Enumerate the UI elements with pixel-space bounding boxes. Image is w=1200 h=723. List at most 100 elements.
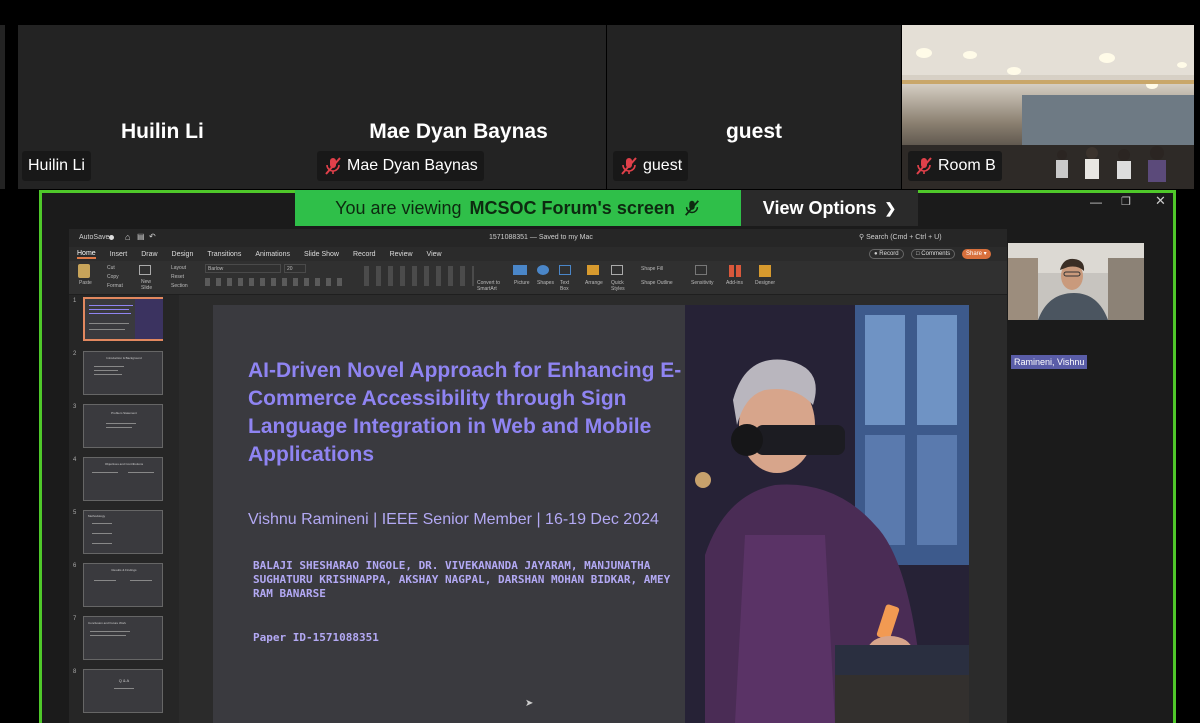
comments-button[interactable]: □ Comments xyxy=(911,249,956,259)
thumb-text-line xyxy=(94,374,122,375)
slide-thumbnail-1[interactable] xyxy=(83,297,163,341)
slide-thumbnail-7[interactable]: Conclusion and Future Work xyxy=(83,616,163,660)
autosave-label: AutoSave xyxy=(79,234,110,241)
view-options-label: View Options xyxy=(762,197,877,218)
thumb-text-line xyxy=(92,543,112,544)
arrange-label[interactable]: Arrange xyxy=(585,280,603,286)
font-size-value: 20 xyxy=(287,266,293,272)
home-icon[interactable]: ⌂ xyxy=(125,232,130,242)
thumb-number: 6 xyxy=(73,563,77,569)
reset-button[interactable]: Reset xyxy=(171,274,184,280)
ppt-title-bar: AutoSave ⌂ ▤ ↶ 1571088351 — Saved to my … xyxy=(69,229,1007,247)
shapes-icon[interactable] xyxy=(537,265,549,275)
thumb-text-line xyxy=(94,366,124,367)
thumb-photo xyxy=(135,299,163,339)
comments-label: Comments xyxy=(921,251,951,257)
shape-outline-button[interactable]: Shape Outline xyxy=(641,280,673,286)
tab-transitions[interactable]: Transitions xyxy=(207,251,241,258)
participant-tile-mae-dyan-baynas[interactable]: Mae Dyan Baynas Mae Dyan Baynas xyxy=(311,25,606,189)
thumb-text-line xyxy=(89,313,131,314)
thumb-text-line xyxy=(130,580,152,581)
slide-paper-id: Paper ID-1571088351 xyxy=(253,631,379,644)
participant-tile-huilin-li[interactable]: Huilin Li Huilin Li xyxy=(18,25,311,189)
designer-label[interactable]: Designer xyxy=(755,280,775,286)
tab-review[interactable]: Review xyxy=(390,251,413,258)
screen-share-banner: You are viewing MCSOC Forum's screen xyxy=(295,190,741,226)
tab-animations[interactable]: Animations xyxy=(255,251,290,258)
designer-icon[interactable] xyxy=(759,265,771,277)
convert-smartart-button[interactable]: Convert to SmartArt xyxy=(477,280,509,292)
addins-icon[interactable] xyxy=(729,265,741,277)
current-slide[interactable]: AI-Driven Novel Approach for Enhancing E… xyxy=(213,305,969,723)
restore-icon[interactable]: ❐ xyxy=(1121,195,1131,208)
thumb-number: 2 xyxy=(73,351,77,357)
layout-button[interactable]: Layout xyxy=(171,265,186,271)
presenter-video[interactable] xyxy=(1008,243,1144,320)
thumb-text-line xyxy=(94,370,118,371)
picture-label[interactable]: Picture xyxy=(514,280,530,286)
tab-insert[interactable]: Insert xyxy=(110,251,128,258)
share-button[interactable]: Share ▾ xyxy=(962,249,991,259)
search-box[interactable]: ⚲ Search (Cmd + Ctrl + U) xyxy=(859,233,942,241)
quick-styles-label[interactable]: Quick Styles xyxy=(611,280,627,292)
undo-icon[interactable]: ↶ xyxy=(149,232,156,241)
thumb-number: 4 xyxy=(73,457,77,463)
addins-label[interactable]: Add-ins xyxy=(726,280,743,286)
picture-icon[interactable] xyxy=(513,265,527,275)
new-slide-icon[interactable] xyxy=(139,265,151,275)
thumb-number: 3 xyxy=(73,404,77,410)
save-icon[interactable]: ▤ xyxy=(137,232,145,241)
thumb-title: Conclusion and Future Work xyxy=(88,621,126,625)
font-name-select[interactable]: Barlow xyxy=(205,264,281,273)
shapes-label[interactable]: Shapes xyxy=(537,280,554,286)
thumb-text-line xyxy=(128,472,154,473)
slide-thumbnail-2[interactable]: Introduction & Background xyxy=(83,351,163,395)
paste-icon[interactable] xyxy=(78,264,90,278)
section-button[interactable]: Section xyxy=(171,283,188,289)
sensitivity-label[interactable]: Sensitivity xyxy=(691,280,714,286)
tab-slide-show[interactable]: Slide Show xyxy=(304,251,339,258)
thumb-text-line xyxy=(92,472,118,473)
slide-thumbnail-3[interactable]: Problem Statement xyxy=(83,404,163,448)
quick-styles-icon[interactable] xyxy=(611,265,623,275)
tab-view[interactable]: View xyxy=(427,251,442,258)
paste-label[interactable]: Paste xyxy=(79,280,92,286)
participant-tile-guest[interactable]: guest guest xyxy=(607,25,901,189)
thumb-number: 1 xyxy=(73,298,77,304)
record-button[interactable]: ● Record xyxy=(869,249,904,259)
slide-title: AI-Driven Novel Approach for Enhancing E… xyxy=(248,359,682,466)
new-slide-label[interactable]: New Slide xyxy=(141,279,155,291)
close-icon[interactable]: ✕ xyxy=(1155,193,1166,209)
minimize-icon[interactable]: — xyxy=(1090,195,1102,209)
slide-thumbnail-4[interactable]: Objectives and Contributions xyxy=(83,457,163,501)
view-options-button[interactable]: View Options ❯ xyxy=(741,190,918,226)
participant-display-name: guest xyxy=(725,120,782,143)
textbox-icon[interactable] xyxy=(559,265,571,275)
arrange-icon[interactable] xyxy=(587,265,599,275)
shape-fill-button[interactable]: Shape Fill xyxy=(641,266,663,272)
format-painter-button[interactable]: Format xyxy=(107,283,123,289)
thumb-number: 7 xyxy=(73,616,77,622)
autosave-toggle[interactable] xyxy=(109,235,114,240)
participant-name-label: Mae Dyan Baynas xyxy=(317,151,484,181)
slide-thumbnail-8[interactable]: Q & A xyxy=(83,669,163,713)
thumb-text-line xyxy=(94,580,116,581)
copy-button[interactable]: Copy xyxy=(107,274,119,280)
textbox-label[interactable]: Text Box xyxy=(560,280,572,292)
thumb-title: Introduction & Background xyxy=(106,356,142,360)
cut-button[interactable]: Cut xyxy=(107,265,115,271)
presenter-name-label: Ramineni, Vishnu xyxy=(1011,355,1088,369)
thumb-text-line xyxy=(114,688,134,689)
slide-thumbnail-panel: 1 2 Introduction & Background 3 Problem … xyxy=(69,295,179,723)
participant-label-text: Huilin Li xyxy=(28,157,85,174)
slide-thumbnail-6[interactable]: Results & Findings xyxy=(83,563,163,607)
sensitivity-icon[interactable] xyxy=(695,265,707,275)
participant-tile-room-b[interactable]: Room B xyxy=(902,25,1194,189)
tab-record[interactable]: Record xyxy=(353,251,376,258)
mouse-cursor-icon: ➤ xyxy=(525,698,534,709)
font-size-select[interactable]: 20 xyxy=(284,264,306,273)
tab-home[interactable]: Home xyxy=(77,250,96,259)
tab-design[interactable]: Design xyxy=(172,251,194,258)
slide-thumbnail-5[interactable]: Methodology xyxy=(83,510,163,554)
tab-draw[interactable]: Draw xyxy=(141,251,157,258)
